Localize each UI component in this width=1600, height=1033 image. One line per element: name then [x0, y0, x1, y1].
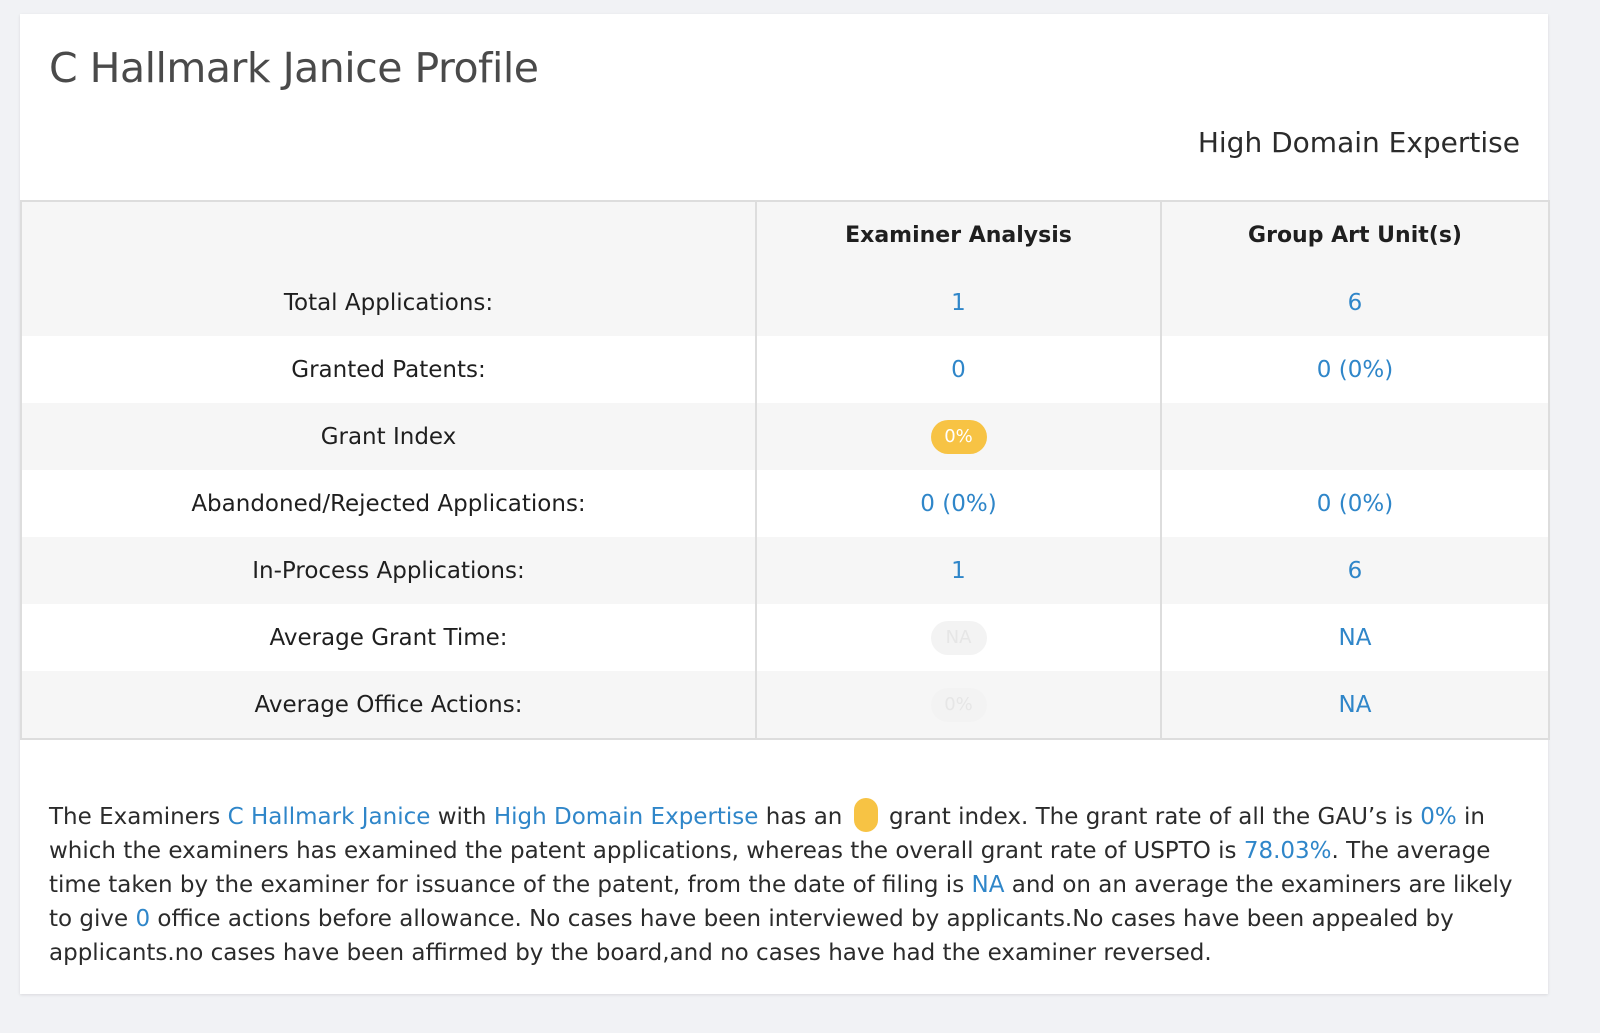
table-row: Average Office Actions: 0% NA [21, 671, 1549, 739]
avg-office-actions-badge: 0% [930, 687, 987, 722]
examiner-value[interactable]: 1 [755, 269, 1161, 336]
grant-index-badge: 0% [930, 419, 987, 454]
gau-value[interactable]: NA [1160, 671, 1549, 739]
examiner-value-cell: 0% [755, 671, 1161, 739]
summary-text: grant index. The grant rate of all the G… [881, 804, 1421, 830]
summary-text: has an [758, 804, 850, 830]
examiner-value[interactable]: 0 [755, 336, 1161, 403]
grant-index-dot [853, 798, 878, 832]
expertise-label: High Domain Expertise [1197, 126, 1520, 159]
table-row: Total Applications: 1 6 [21, 269, 1549, 336]
row-label: In-Process Applications: [252, 557, 525, 584]
row-label: Average Office Actions: [254, 691, 523, 718]
examiner-value-cell: NA [755, 604, 1161, 671]
examiner-value[interactable]: 1 [755, 537, 1161, 604]
gau-value[interactable]: 6 [1160, 269, 1549, 336]
table-row: Grant Index 0% [21, 403, 1549, 470]
examiner-name-link[interactable]: C Hallmark Janice [228, 804, 431, 830]
gau-value[interactable]: 0 (0%) [1160, 336, 1549, 403]
examiner-value[interactable]: 0 (0%) [755, 470, 1161, 537]
header-examiner-analysis: Examiner Analysis [755, 201, 1161, 269]
gau-value[interactable]: NA [1160, 604, 1549, 671]
row-label: Granted Patents: [291, 356, 486, 383]
table-row: Average Grant Time: NA NA [21, 604, 1549, 671]
table-header-row: Examiner Analysis Group Art Unit(s) [21, 201, 1549, 269]
row-label: Total Applications: [283, 289, 494, 316]
table-row: Granted Patents: 0 0 (0%) [21, 336, 1549, 403]
table-row: Abandoned/Rejected Applications: 0 (0%) … [21, 470, 1549, 537]
row-label: Abandoned/Rejected Applications: [191, 490, 586, 517]
expertise-link[interactable]: High Domain Expertise [494, 804, 759, 830]
summary-paragraph: The Examiners C Hallmark Janice with Hig… [49, 798, 1524, 970]
gau-value[interactable]: 6 [1160, 537, 1549, 604]
table-row: In-Process Applications: 1 6 [21, 537, 1549, 604]
gau-grant-rate[interactable]: 0% [1420, 804, 1457, 830]
summary-text: with [430, 804, 494, 830]
examiner-profile-card: C Hallmark Janice Profile High Domain Ex… [20, 14, 1550, 994]
avg-grant-time-badge: NA [930, 620, 987, 655]
gau-value[interactable]: 0 (0%) [1160, 470, 1549, 537]
summary-text: office actions before allowance. No case… [49, 906, 1454, 966]
office-actions-link[interactable]: 0 [135, 906, 150, 932]
gau-value [1160, 403, 1549, 470]
avg-grant-time-link[interactable]: NA [972, 872, 1005, 898]
uspto-grant-rate[interactable]: 78.03% [1244, 838, 1332, 864]
header-group-art-units: Group Art Unit(s) [1160, 201, 1549, 269]
page-title: C Hallmark Janice Profile [49, 44, 539, 92]
stats-table: Examiner Analysis Group Art Unit(s) Tota… [20, 200, 1550, 740]
summary-text: The Examiners [49, 804, 228, 830]
row-label: Average Grant Time: [269, 624, 508, 651]
row-label: Grant Index [320, 423, 457, 450]
examiner-value-cell: 0% [755, 403, 1161, 470]
header-empty [21, 201, 756, 269]
